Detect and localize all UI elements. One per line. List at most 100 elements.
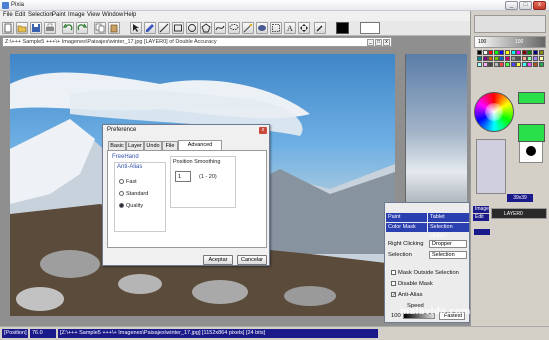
maximize-button[interactable]: □	[519, 1, 532, 10]
opt-paint[interactable]: Paint	[386, 213, 427, 222]
copy-icon[interactable]	[94, 22, 106, 34]
menu-file[interactable]: File	[3, 12, 13, 18]
palette-swatch[interactable]	[516, 56, 522, 61]
radio-standard-button[interactable]	[119, 191, 124, 197]
palette-swatch[interactable]	[516, 62, 522, 67]
palette-swatch[interactable]	[521, 62, 527, 67]
move-tool-icon[interactable]	[298, 22, 310, 34]
palette-swatch[interactable]	[533, 62, 538, 67]
save-icon[interactable]	[30, 22, 42, 34]
document-close-button[interactable]: x	[383, 39, 390, 46]
radio-fast-button[interactable]	[119, 179, 124, 185]
tab-file[interactable]: File	[162, 141, 178, 150]
palette-swatch[interactable]	[477, 56, 482, 61]
palette-swatch[interactable]	[493, 50, 499, 55]
rectangle-tool-icon[interactable]	[172, 22, 184, 34]
palette-swatch[interactable]	[527, 50, 533, 55]
polygon-tool-icon[interactable]	[200, 22, 212, 34]
right-clicking-select[interactable]: Dropper	[429, 240, 467, 248]
undo-icon[interactable]	[62, 22, 74, 34]
menu-image[interactable]: Image	[68, 12, 85, 18]
menu-edit[interactable]: Edit	[15, 12, 25, 18]
palette-swatch[interactable]	[533, 56, 538, 61]
palette-swatch[interactable]	[499, 56, 505, 61]
disable-mask-check-box[interactable]	[391, 281, 396, 286]
document-minimize-button[interactable]: _	[367, 39, 374, 46]
preference-close-button[interactable]: x	[259, 127, 267, 134]
palette-swatch[interactable]	[521, 50, 527, 55]
palette-swatch[interactable]	[505, 62, 510, 67]
tab-undo[interactable]: Undo	[144, 141, 162, 150]
antialias-standard-radio[interactable]: Standard	[119, 191, 148, 197]
line-tool-icon[interactable]	[158, 22, 170, 34]
palette-swatch[interactable]	[527, 62, 533, 67]
document-maximize-button[interactable]: □	[375, 39, 382, 46]
pen-tool-icon[interactable]	[144, 22, 156, 34]
lasso-tool-icon[interactable]	[228, 22, 240, 34]
menu-selection[interactable]: Selection	[28, 12, 53, 18]
palette-swatch[interactable]	[527, 56, 533, 61]
ellipse-tool-icon[interactable]	[186, 22, 198, 34]
tab-edit[interactable]: Edit	[473, 214, 489, 221]
palette-swatch[interactable]	[510, 62, 516, 67]
paste-icon[interactable]	[108, 22, 120, 34]
print-icon[interactable]	[44, 22, 56, 34]
palette-swatch[interactable]	[505, 56, 510, 61]
freeform-tool-icon[interactable]	[214, 22, 226, 34]
opt-tablet[interactable]: Tablet	[428, 213, 469, 222]
palette-swatch[interactable]	[493, 62, 499, 67]
cancel-button[interactable]: Cancelar	[237, 255, 267, 265]
palette-swatch[interactable]	[488, 50, 494, 55]
opt-selection-history[interactable]: Selection History	[428, 223, 469, 239]
palette-swatch[interactable]	[538, 62, 544, 67]
palette-swatch[interactable]	[482, 50, 488, 55]
layer-thumbnail-row[interactable]: LAYER0	[491, 208, 547, 219]
palette-swatch[interactable]	[493, 56, 499, 61]
secondary-color-swatch[interactable]	[518, 124, 545, 142]
tab-basic[interactable]: Basic	[108, 141, 126, 150]
open-folder-icon[interactable]	[16, 22, 28, 34]
palette-swatch[interactable]	[533, 50, 538, 55]
palette-swatch[interactable]	[482, 62, 488, 67]
tab-layer[interactable]: Layer	[126, 141, 144, 150]
background-color-swatch[interactable]	[360, 22, 380, 34]
antialias-check-box[interactable]: ✓	[391, 292, 396, 298]
smoothing-stepper[interactable]: 1	[175, 171, 191, 182]
menu-help[interactable]: Help	[124, 12, 136, 18]
opt-color-mask[interactable]: Color Mask	[386, 223, 427, 232]
close-button[interactable]: x	[533, 1, 546, 10]
brush-preset-grid[interactable]	[476, 139, 506, 194]
antialias-quality-radio[interactable]: Quality	[119, 203, 143, 209]
antialias-checkbox[interactable]: ✓ Anti-Alias	[391, 292, 422, 298]
radio-quality-button[interactable]	[119, 203, 124, 209]
brush-density-slider[interactable]: 100 100	[474, 36, 546, 48]
selection-select[interactable]: Selection	[429, 251, 467, 259]
layer-option-strip[interactable]	[474, 229, 490, 235]
palette-swatch[interactable]	[499, 62, 505, 67]
palette-swatch[interactable]	[538, 56, 544, 61]
foreground-color-swatch[interactable]	[336, 22, 349, 34]
palette-swatch[interactable]	[488, 56, 494, 61]
color-palette[interactable]	[477, 50, 545, 78]
dropper-tool-icon[interactable]	[314, 22, 326, 34]
redo-icon[interactable]	[76, 22, 88, 34]
select-tool-icon[interactable]	[270, 22, 282, 34]
color-wheel[interactable]	[474, 92, 514, 132]
menu-view[interactable]: View	[87, 12, 100, 18]
palette-swatch[interactable]	[510, 56, 516, 61]
mask-outside-check-box[interactable]	[391, 270, 396, 275]
menu-paint[interactable]: Paint	[52, 12, 66, 18]
palette-swatch[interactable]	[505, 50, 510, 55]
palette-swatch[interactable]	[510, 50, 516, 55]
palette-swatch[interactable]	[488, 62, 494, 67]
palette-swatch[interactable]	[516, 50, 522, 55]
palette-swatch[interactable]	[482, 56, 488, 61]
palette-swatch[interactable]	[477, 50, 482, 55]
text-tool-icon[interactable]: A	[284, 22, 296, 34]
pointer-tool-icon[interactable]	[130, 22, 142, 34]
ok-button[interactable]: Aceptar	[203, 255, 233, 265]
current-color-swatch[interactable]	[518, 92, 545, 104]
palette-swatch[interactable]	[477, 62, 482, 67]
new-file-icon[interactable]	[2, 22, 14, 34]
mask-outside-selection-checkbox[interactable]: Mask Outside Selection	[391, 270, 459, 276]
